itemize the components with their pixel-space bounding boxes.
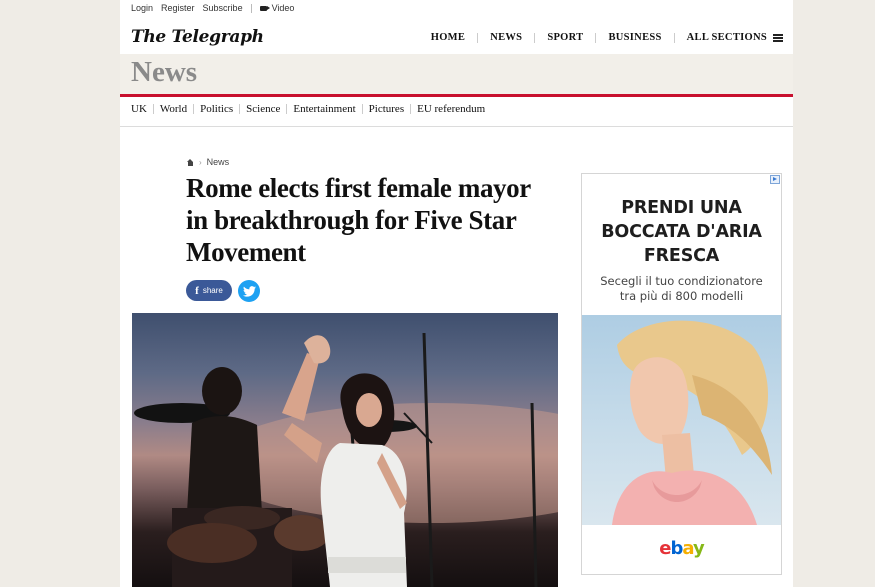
ebay-letter: e [659, 538, 671, 559]
twitter-bird-icon [242, 285, 256, 297]
section-title[interactable]: News [131, 56, 197, 89]
section-header: News [120, 54, 793, 97]
nav-home[interactable]: HOME [419, 32, 477, 43]
ad-subtext-line: Secegli il tuo condizionatore [600, 274, 763, 288]
subscribe-link[interactable]: Subscribe [203, 3, 243, 13]
share-label: share [202, 286, 223, 295]
ad-headline: PRENDI UNA BOCCATA D'ARIA FRESCA [582, 196, 781, 268]
facebook-icon: f [195, 284, 199, 297]
article-headline: Rome elects first female mayor in breakt… [186, 173, 531, 267]
ebay-letter: y [692, 538, 705, 559]
adchoices-icon[interactable] [770, 175, 780, 184]
ad-headline-line: PRENDI UNA [621, 198, 742, 218]
section-subnav: UK World Politics Science Entertainment … [131, 103, 491, 115]
login-link[interactable]: Login [131, 3, 153, 13]
breadcrumb: › News [187, 157, 229, 167]
subnav-rule [120, 126, 793, 127]
video-camera-icon [259, 5, 270, 11]
subnav-entertainment[interactable]: Entertainment [287, 103, 361, 115]
subnav-uk[interactable]: UK [131, 103, 153, 115]
subnav-eu-referendum[interactable]: EU referendum [411, 103, 491, 115]
video-link[interactable]: Video [259, 3, 295, 13]
breadcrumb-news[interactable]: News [207, 157, 230, 167]
ad-headline-line: FRESCA [643, 246, 720, 266]
ad-photo [582, 315, 781, 525]
register-link[interactable]: Register [161, 3, 195, 13]
subnav-politics[interactable]: Politics [194, 103, 239, 115]
ad-subtext-line: tra più di 800 modelli [619, 289, 744, 303]
nav-business[interactable]: BUSINESS [596, 32, 673, 43]
utility-divider [250, 3, 252, 13]
ebay-letter: a [682, 538, 694, 559]
article-lead-photo[interactable] [132, 313, 558, 587]
advertisement[interactable]: PRENDI UNA BOCCATA D'ARIA FRESCA Secegli… [581, 173, 782, 575]
chevron-right-icon: › [199, 157, 202, 167]
twitter-share-button[interactable] [238, 280, 260, 302]
nav-news[interactable]: NEWS [478, 32, 534, 43]
video-link-label: Video [271, 3, 295, 13]
telegraph-logo[interactable]: The Telegraph [131, 27, 264, 47]
page: Login Register Subscribe Video The Teleg… [120, 0, 793, 587]
menu-icon[interactable] [773, 33, 783, 42]
facebook-share-button[interactable]: f share [186, 280, 232, 301]
main-nav: HOME NEWS SPORT BUSINESS ALL SECTIONS [419, 32, 783, 43]
home-icon[interactable] [187, 158, 194, 166]
ad-woman-illustration [612, 320, 772, 525]
subnav-science[interactable]: Science [240, 103, 286, 115]
subnav-world[interactable]: World [154, 103, 193, 115]
utility-bar: Login Register Subscribe Video [131, 1, 294, 15]
subnav-pictures[interactable]: Pictures [363, 103, 410, 115]
nav-sport[interactable]: SPORT [535, 32, 595, 43]
ebay-logo[interactable]: ebay [582, 538, 781, 559]
ebay-letter: b [670, 538, 684, 559]
nav-all-sections[interactable]: ALL SECTIONS [675, 32, 773, 43]
ad-subtext: Secegli il tuo condizionatore tra più di… [582, 274, 781, 304]
ad-headline-line: BOCCATA D'ARIA [601, 222, 762, 242]
photo-illustration [134, 332, 558, 587]
